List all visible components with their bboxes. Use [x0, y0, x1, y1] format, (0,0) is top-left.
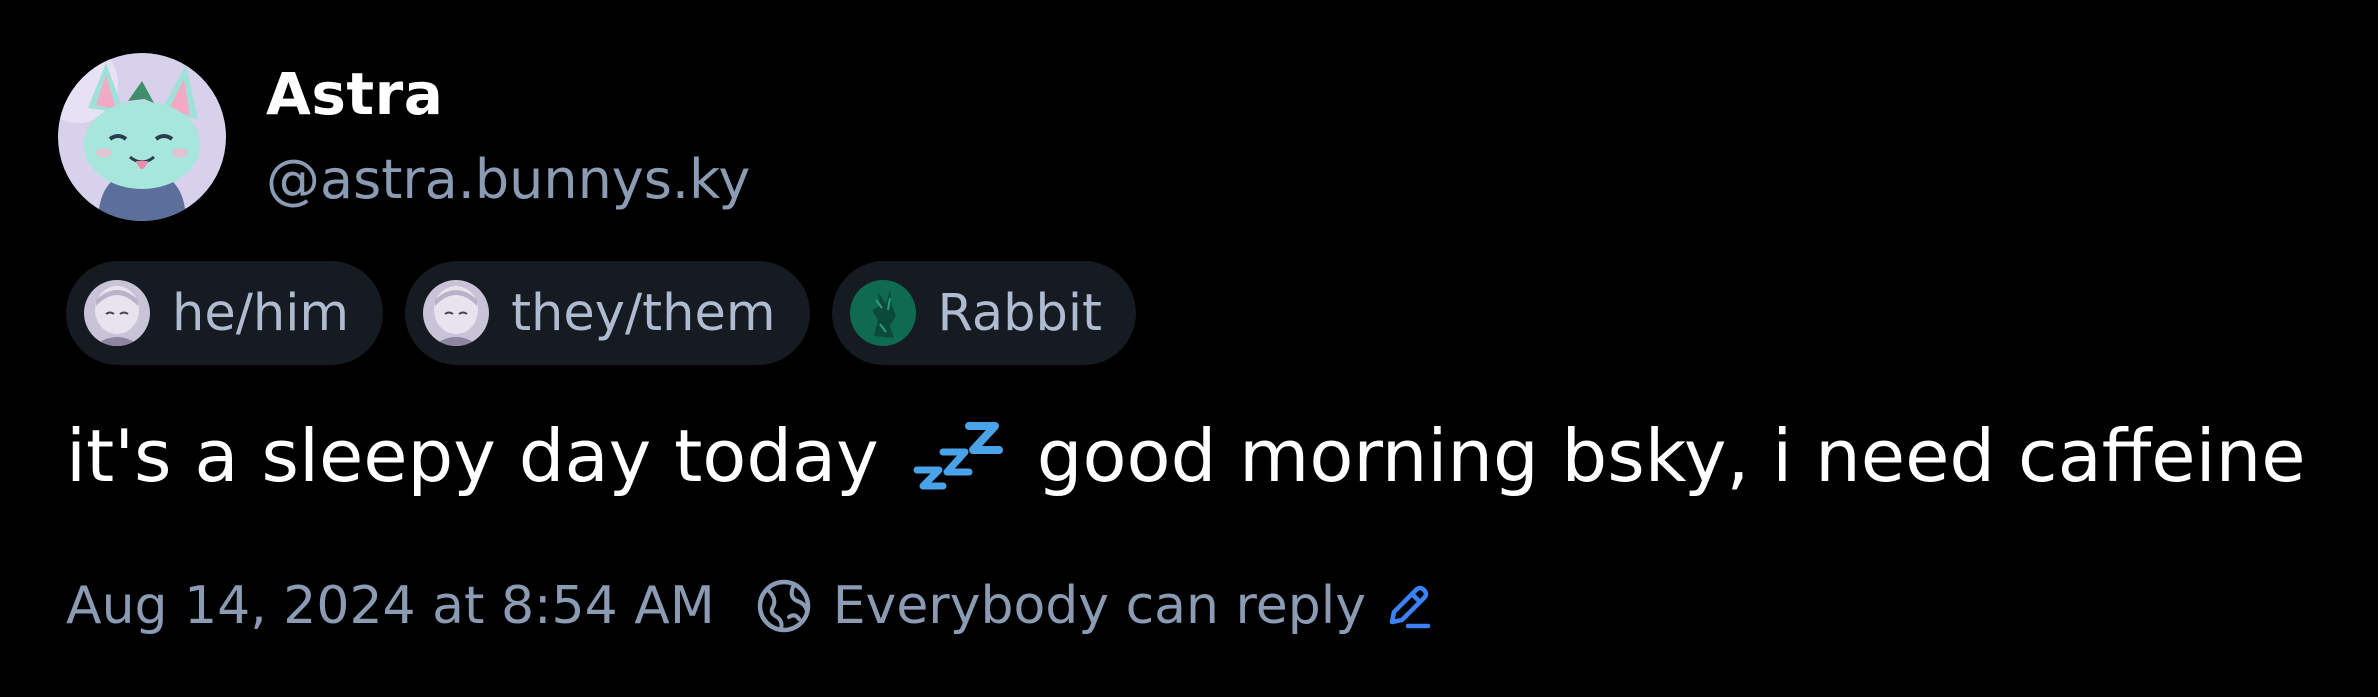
avatar-thumbnail-icon — [423, 280, 490, 346]
reply-setting-label: Everybody can reply — [832, 576, 1366, 636]
badge-he-him[interactable]: he/him — [66, 261, 384, 365]
reply-setting[interactable]: Everybody can reply — [755, 576, 1366, 636]
badge-they-them[interactable]: they/them — [405, 261, 810, 365]
post-text: it's a sleepy day today good morning bsk… — [66, 408, 2306, 504]
avatar-image — [58, 53, 226, 221]
post-header: Astra @astra.bunnys.ky — [58, 52, 750, 222]
rabbit-thumbnail-icon — [849, 280, 916, 346]
badge-label: Rabbit — [937, 283, 1102, 343]
author-handle[interactable]: @astra.bunnys.ky — [266, 143, 750, 217]
post-text-before: it's a sleepy day today — [66, 414, 879, 498]
badge-label: they/them — [511, 283, 776, 343]
badge-label: he/him — [172, 283, 350, 343]
zzz-icon — [913, 418, 1003, 494]
badge-rabbit[interactable]: Rabbit — [831, 261, 1136, 365]
post-text-after: good morning bsky, i need caffeine — [1036, 414, 2306, 498]
post-meta: Aug 14, 2024 at 8:54 AM Everybody can re… — [66, 576, 1432, 636]
author-names: Astra @astra.bunnys.ky — [266, 57, 750, 217]
author-display-name[interactable]: Astra — [266, 57, 750, 131]
post-card: Astra @astra.bunnys.ky he/him they/them … — [0, 0, 2378, 697]
avatar[interactable] — [58, 53, 226, 221]
pencil-icon[interactable] — [1384, 582, 1432, 630]
profile-badges: he/him they/them Rabbit — [66, 261, 1136, 365]
avatar-thumbnail-icon — [84, 280, 150, 346]
globe-icon — [755, 577, 813, 635]
post-timestamp[interactable]: Aug 14, 2024 at 8:54 AM — [66, 576, 715, 636]
